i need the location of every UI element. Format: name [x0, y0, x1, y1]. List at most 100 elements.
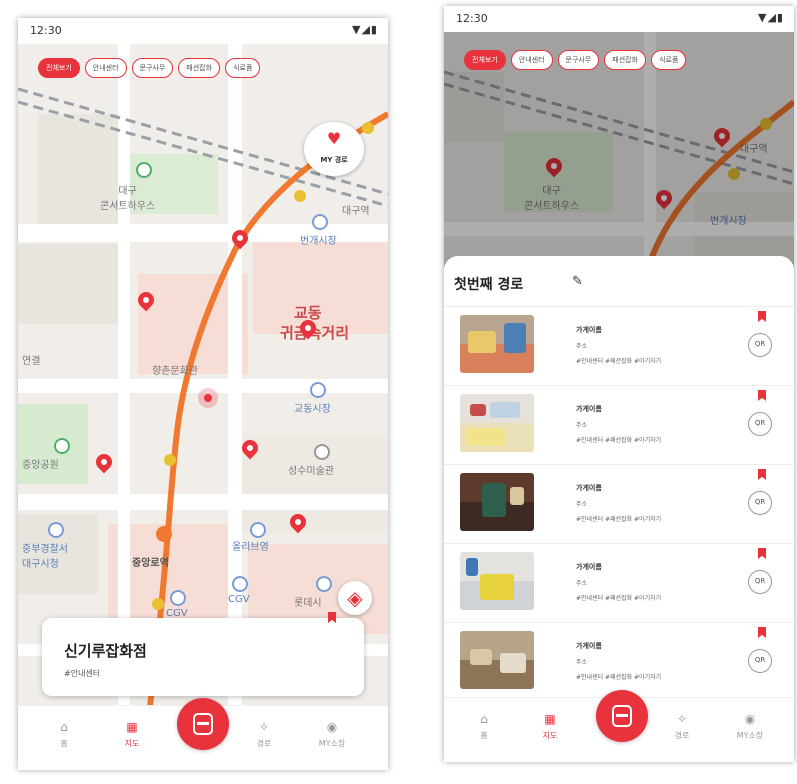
route-list-item[interactable]: 가게이름 주소 #안내센터 #패션잡화 #아기자기 QR	[444, 385, 794, 464]
pin-icon: ✧	[676, 712, 688, 726]
route-list-item[interactable]: 가게이름 주소 #안내센터 #패션잡화 #아기자기 QR	[444, 543, 794, 622]
qr-button[interactable]: QR	[748, 491, 772, 515]
dim-overlay[interactable]	[444, 32, 794, 292]
filter-chip-bar: 전체보기 안내센터 문구사무 패션잡화 식료품	[38, 58, 261, 78]
chip-fashion[interactable]: 패션잡화	[604, 50, 647, 70]
map-screen: 12:30 ▼◢▮ 대구 콘서트하우스 번개시장 대구역 교동 귀금속거리 교동…	[18, 18, 388, 770]
store-tags: #안내센터 #패션잡화 #아기자기	[576, 516, 662, 523]
route-list-item[interactable]: 가게이름 주소 #안내센터 #패션잡화 #아기자기 QR	[444, 464, 794, 543]
qr-button[interactable]: QR	[748, 649, 772, 673]
nav-route-label: 경로	[674, 731, 690, 740]
bookmark-icon[interactable]	[758, 469, 766, 480]
nav-home[interactable]: ⌂ 홈	[34, 720, 94, 749]
store-thumbnail	[460, 315, 534, 373]
chip-stationery[interactable]: 문구사무	[131, 58, 174, 78]
profile-icon: ◉	[744, 712, 756, 726]
cinema-icon	[232, 576, 248, 592]
nav-my[interactable]: ◉ MY소장	[720, 712, 780, 741]
nav-map-label: 지도	[124, 739, 140, 748]
bookmark-icon[interactable]	[328, 612, 336, 623]
map-label-gyodong-market: 교동시장	[294, 404, 331, 415]
chip-info-center[interactable]: 안내센터	[84, 58, 127, 78]
chip-fashion[interactable]: 패션잡화	[178, 58, 221, 78]
store-address: 주소	[576, 580, 588, 587]
map-label-hyangchon: 향촌문화관	[152, 366, 198, 377]
pin-icon: ✧	[258, 720, 270, 734]
scan-icon	[612, 705, 632, 727]
route-title: 첫번째 경로	[454, 277, 524, 293]
crosshair-icon: ◈	[347, 586, 363, 610]
store-name: 가게이름	[576, 326, 602, 334]
status-bar: 12:30 ▼◢▮	[18, 18, 388, 44]
store-thumbnail	[460, 552, 534, 610]
nav-my[interactable]: ◉ MY소장	[302, 720, 362, 749]
nav-home-label: 홈	[480, 731, 488, 740]
filter-chip-bar: 전체보기 안내센터 문구사무 패션잡화 식료품	[464, 50, 687, 70]
locate-me-button[interactable]: ◈	[338, 581, 372, 615]
map-label-daegu-station: 대구역	[342, 206, 370, 217]
map-label-cgv-1: CGV	[228, 594, 250, 605]
chip-info-center[interactable]: 안내센터	[510, 50, 553, 70]
heart-icon: ♥	[326, 129, 342, 148]
market-icon	[310, 382, 326, 398]
store-address: 주소	[576, 422, 588, 429]
nav-route-label: 경로	[256, 739, 272, 748]
scan-fab-button[interactable]	[177, 698, 229, 750]
bookmark-icon[interactable]	[758, 311, 766, 322]
home-icon: ⌂	[60, 720, 68, 734]
store-address: 주소	[576, 659, 588, 666]
chip-grocery[interactable]: 식료품	[651, 50, 687, 70]
status-bar: 12:30 ▼◢▮	[444, 6, 794, 32]
map-label-lotte: 롯데시	[294, 598, 322, 609]
bookmark-icon[interactable]	[758, 390, 766, 401]
nav-my-label: MY소장	[318, 739, 346, 748]
current-location-marker	[198, 388, 218, 408]
store-tags: #안내센터 #패션잡화 #아기자기	[576, 674, 662, 681]
route-list: 가게이름 주소 #안내센터 #패션잡화 #아기자기 QR 가게이름 주소 #안내…	[444, 306, 794, 701]
route-screen: 12:30 ▼◢▮ 대구 콘서트하우스 번개시장 대구역 전체보기 안내센터 문…	[444, 6, 794, 762]
store-tags: #안내센터 #패션잡화 #아기자기	[576, 358, 662, 365]
store-thumbnail	[460, 631, 534, 689]
my-route-button[interactable]: ♥ MY 경로	[304, 122, 364, 176]
map-label-seongsu-museum: 성수미술관	[288, 466, 334, 477]
scan-fab-button[interactable]	[596, 690, 648, 742]
my-route-label: MY 경로	[320, 156, 348, 164]
park-icon	[54, 438, 70, 454]
nav-map[interactable]: ▦ 지도	[102, 720, 162, 749]
profile-icon: ◉	[326, 720, 338, 734]
store-icon	[316, 576, 332, 592]
pencil-icon[interactable]: ✎	[572, 274, 583, 289]
store-name: 가게이름	[576, 405, 602, 413]
chip-all[interactable]: 전체보기	[38, 58, 80, 78]
route-list-item[interactable]: 가게이름 주소 #안내센터 #패션잡화 #아기자기 QR	[444, 306, 794, 385]
store-tags: #안내센터 #패션잡화 #아기자기	[576, 437, 662, 444]
park-icon	[136, 162, 152, 178]
qr-button[interactable]: QR	[748, 412, 772, 436]
nav-route[interactable]: ✧ 경로	[234, 720, 294, 749]
place-name: 신기루잡화점	[64, 642, 147, 660]
status-icons: ▼◢▮	[352, 23, 378, 36]
bookmark-icon[interactable]	[758, 548, 766, 559]
store-icon	[250, 522, 266, 538]
nav-my-label: MY소장	[736, 731, 764, 740]
store-name: 가게이름	[576, 563, 602, 571]
qr-button[interactable]: QR	[748, 570, 772, 594]
place-card[interactable]: 신기루잡화점 #안내센터	[42, 612, 364, 696]
map-label-bangye-market: 번개시장	[300, 236, 337, 247]
store-name: 가게이름	[576, 642, 602, 650]
nav-home[interactable]: ⌂ 홈	[454, 712, 514, 741]
nav-map[interactable]: ▦ 지도	[520, 712, 580, 741]
chip-all[interactable]: 전체보기	[464, 50, 506, 70]
route-bottom-sheet: 첫번째 경로 ✎ 가게이름 주소 #안내센터 #패션잡화 #아기자기 QR 가게…	[444, 256, 794, 762]
scan-icon	[193, 713, 213, 735]
place-tag: #안내센터	[64, 669, 101, 678]
chip-grocery[interactable]: 식료품	[225, 58, 261, 78]
map-label-concert-hall: 대구 콘서트하우스	[100, 186, 156, 212]
bookmark-icon[interactable]	[758, 627, 766, 638]
store-thumbnail	[460, 394, 534, 452]
chip-stationery[interactable]: 문구사무	[557, 50, 600, 70]
store-tags: #안내센터 #패션잡화 #아기자기	[576, 595, 662, 602]
qr-button[interactable]: QR	[748, 333, 772, 357]
status-time: 12:30	[456, 12, 488, 25]
nav-route[interactable]: ✧ 경로	[652, 712, 712, 741]
